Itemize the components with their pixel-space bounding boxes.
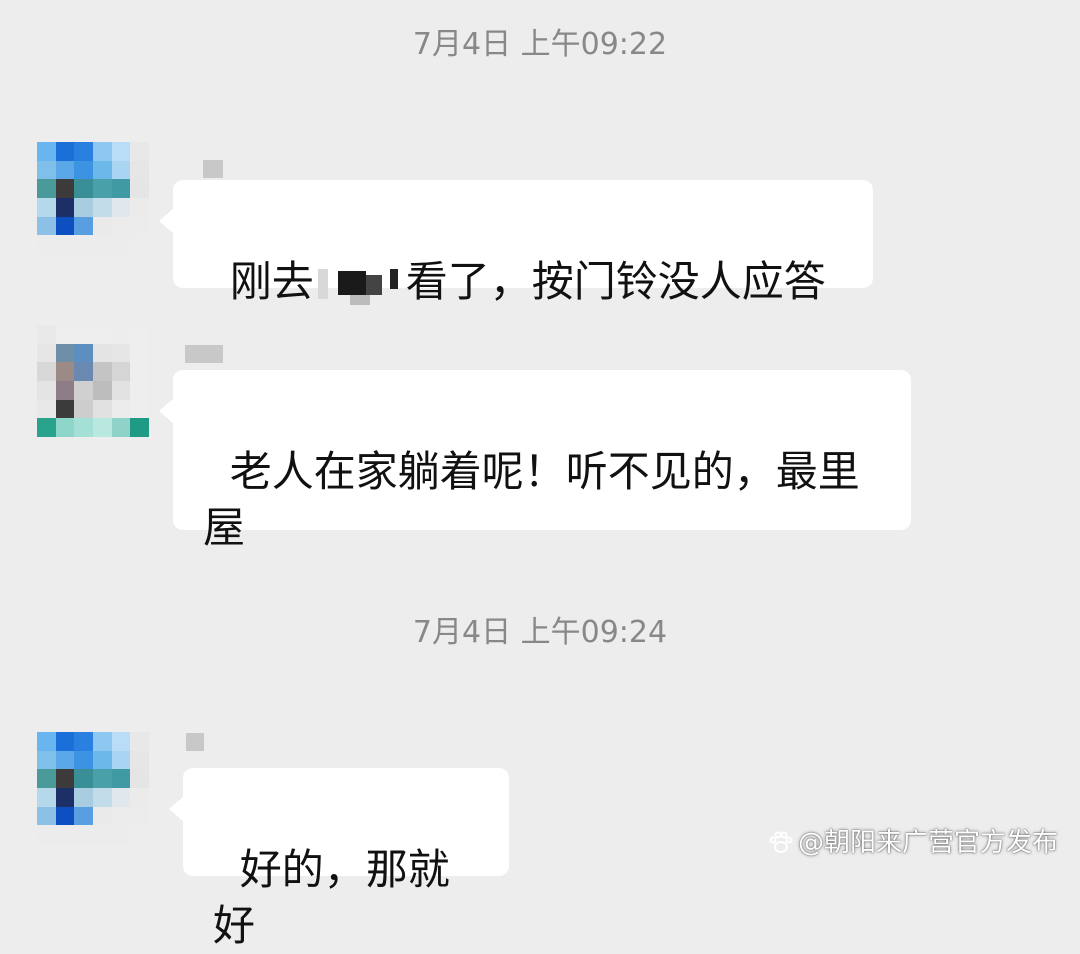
sender-name <box>185 345 223 363</box>
message-text: 刚去 <box>229 257 314 306</box>
sender-name <box>203 160 223 178</box>
message-bubble[interactable]: 好的，那就好 <box>169 768 509 950</box>
watermark-text: @朝阳来广营官方发布 <box>797 828 1058 858</box>
message-text: 好的，那就好 <box>213 845 450 950</box>
message-bubble[interactable]: 老人在家躺着呢！听不见的，最里屋 <box>159 370 911 552</box>
message-text: 看了，按门铃没人应答 <box>405 257 826 306</box>
watermark: @朝阳来广营官方发布 <box>768 827 1058 859</box>
avatar[interactable] <box>37 142 149 254</box>
avatar[interactable] <box>37 325 149 437</box>
message-bubble[interactable]: 刚去 看了，按门铃没人应答 <box>159 180 873 306</box>
timestamp: 7月4日 上午09:24 <box>412 615 668 650</box>
timestamp: 7月4日 上午09:22 <box>412 27 668 62</box>
paw-icon <box>769 831 793 853</box>
message-text: 老人在家躺着呢！听不见的，最里屋 <box>203 447 860 552</box>
sender-name <box>186 733 204 751</box>
avatar[interactable] <box>37 732 149 844</box>
redaction-mosaic <box>314 268 406 305</box>
